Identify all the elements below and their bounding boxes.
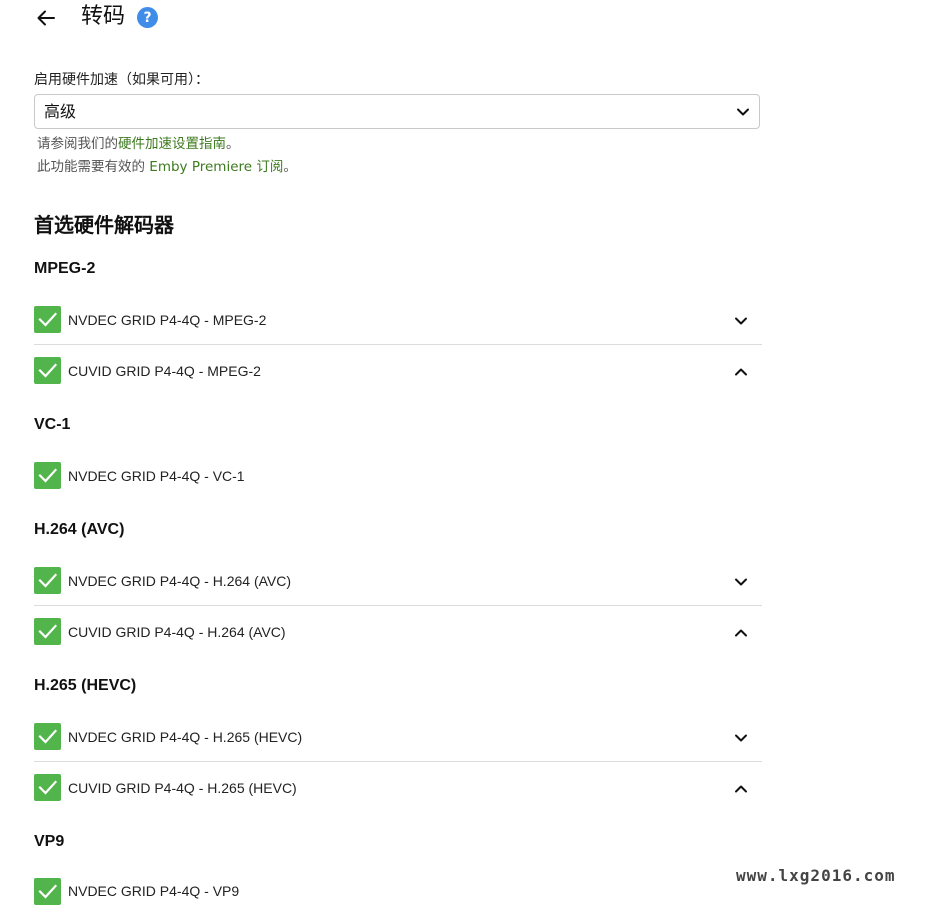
hardware-acceleration-label: 启用硬件加速（如果可用）： — [34, 72, 209, 88]
chevron-down-icon[interactable] — [733, 574, 749, 590]
help-text-prefix: 请参阅我们的 — [37, 136, 118, 152]
help-text-suffix: 。 — [226, 136, 240, 152]
codec-heading-mpeg2: MPEG-2 — [34, 260, 96, 277]
decoder-row: NVDEC GRID P4-4Q - H.264 (AVC) — [34, 556, 762, 606]
decoder-label: NVDEC GRID P4-4Q - H.264 (AVC) — [68, 573, 292, 589]
emby-premiere-link[interactable]: Emby Premiere 订阅 — [149, 159, 283, 175]
hardware-guide-link[interactable]: 硬件加速设置指南 — [118, 136, 226, 152]
premiere-help-text: 此功能需要有效的 Emby Premiere 订阅。 — [37, 158, 297, 176]
preferred-decoders-title: 首选硬件解码器 — [34, 213, 174, 237]
page-header: 转码 ? — [0, 0, 925, 36]
chevron-down-icon[interactable] — [733, 313, 749, 329]
decoder-checkbox[interactable] — [34, 723, 61, 750]
watermark: www.lxg2016.com — [736, 866, 896, 885]
chevron-down-icon — [737, 108, 749, 116]
help-glyph: ? — [143, 9, 152, 26]
decoder-row: CUVID GRID P4-4Q - MPEG-2 — [34, 346, 762, 396]
check-icon — [38, 624, 58, 639]
codec-heading-h265: H.265 (HEVC) — [34, 677, 137, 694]
codec-heading-vc1: VC-1 — [34, 416, 71, 433]
page-title: 转码 — [81, 4, 126, 29]
hardware-acceleration-select[interactable]: 高级 — [34, 94, 760, 129]
decoder-label: CUVID GRID P4-4Q - H.265 (HEVC) — [68, 780, 297, 796]
decoder-row: CUVID GRID P4-4Q - H.265 (HEVC) — [34, 763, 762, 813]
decoder-label: NVDEC GRID P4-4Q - MPEG-2 — [68, 312, 267, 328]
check-icon — [38, 884, 58, 899]
decoder-row: NVDEC GRID P4-4Q - VP9 — [34, 863, 762, 913]
decoder-label: NVDEC GRID P4-4Q - VC-1 — [68, 468, 245, 484]
decoder-row: NVDEC GRID P4-4Q - MPEG-2 — [34, 295, 762, 345]
chevron-up-icon[interactable] — [733, 625, 749, 641]
select-value: 高级 — [44, 102, 77, 121]
arrow-left-icon — [37, 10, 55, 26]
hardware-guide-help-text: 请参阅我们的硬件加速设置指南。 — [37, 135, 240, 153]
chevron-up-icon[interactable] — [733, 364, 749, 380]
chevron-up-icon[interactable] — [733, 781, 749, 797]
decoder-checkbox[interactable] — [34, 567, 61, 594]
decoder-row: CUVID GRID P4-4Q - H.264 (AVC) — [34, 607, 762, 657]
decoder-label: NVDEC GRID P4-4Q - VP9 — [68, 883, 240, 899]
decoder-checkbox[interactable] — [34, 774, 61, 801]
codec-heading-h264: H.264 (AVC) — [34, 521, 125, 538]
check-icon — [38, 780, 58, 795]
decoder-checkbox[interactable] — [34, 618, 61, 645]
check-icon — [38, 363, 58, 378]
decoder-row: NVDEC GRID P4-4Q - H.265 (HEVC) — [34, 712, 762, 762]
decoder-label: NVDEC GRID P4-4Q - H.265 (HEVC) — [68, 729, 303, 745]
decoder-checkbox[interactable] — [34, 357, 61, 384]
help-text-suffix: 。 — [283, 159, 297, 175]
check-icon — [38, 312, 58, 327]
back-button[interactable] — [32, 4, 60, 32]
chevron-down-icon[interactable] — [733, 730, 749, 746]
decoder-label: CUVID GRID P4-4Q - H.264 (AVC) — [68, 624, 286, 640]
help-text-prefix: 此功能需要有效的 — [37, 159, 150, 175]
decoder-checkbox[interactable] — [34, 306, 61, 333]
decoder-checkbox[interactable] — [34, 462, 61, 489]
check-icon — [38, 468, 58, 483]
check-icon — [38, 573, 58, 588]
codec-heading-vp9: VP9 — [34, 833, 65, 850]
check-icon — [38, 729, 58, 744]
decoder-checkbox[interactable] — [34, 878, 61, 905]
help-circle-icon[interactable]: ? — [137, 7, 158, 28]
decoder-row: NVDEC GRID P4-4Q - VC-1 — [34, 451, 762, 501]
decoder-label: CUVID GRID P4-4Q - MPEG-2 — [68, 363, 261, 379]
